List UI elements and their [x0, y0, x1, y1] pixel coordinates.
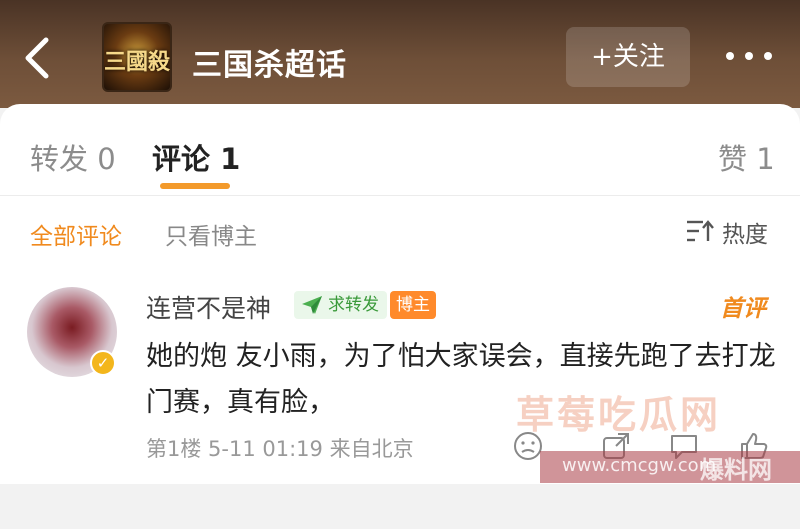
filter-all-comments[interactable]: 全部评论 [30, 217, 122, 251]
owner-badge: 博主 [390, 291, 436, 319]
first-comment-badge: 首评 [720, 296, 766, 322]
comment-meta: 第1楼 5-11 01:19 来自北京 [146, 437, 414, 461]
active-tab-indicator [160, 183, 230, 189]
divider [0, 195, 800, 196]
page-title: 三国杀超话 [192, 48, 347, 83]
top-bar: 三國殺 三国杀超话 +关注 [0, 0, 800, 108]
logo-text: 三國殺 [104, 49, 171, 75]
tab-reposts[interactable]: 转发 0 [30, 136, 116, 178]
verified-icon: ✓ [90, 350, 116, 376]
more-icon[interactable] [726, 44, 772, 68]
repost-request-badge: 求转发 [294, 291, 387, 319]
watermark-url: www.cmcgw.com [562, 455, 717, 476]
sort-label: 热度 [722, 222, 768, 248]
paper-plane-icon [302, 296, 322, 314]
comment-username[interactable]: 连营不是神 [146, 289, 271, 325]
watermark-text: 草莓吃瓜网 [516, 393, 722, 437]
topic-logo[interactable]: 三國殺 [102, 22, 172, 92]
follow-button[interactable]: +关注 [566, 27, 690, 87]
watermark-tag: 爆料网 [700, 456, 772, 484]
repost-request-label: 求转发 [328, 295, 379, 315]
sort-icon [687, 220, 714, 242]
filter-owner-only[interactable]: 只看博主 [165, 217, 257, 251]
tab-likes[interactable]: 赞 1 [718, 136, 775, 178]
tab-comments[interactable]: 评论 1 [152, 136, 240, 178]
back-arrow-icon[interactable] [22, 36, 52, 80]
